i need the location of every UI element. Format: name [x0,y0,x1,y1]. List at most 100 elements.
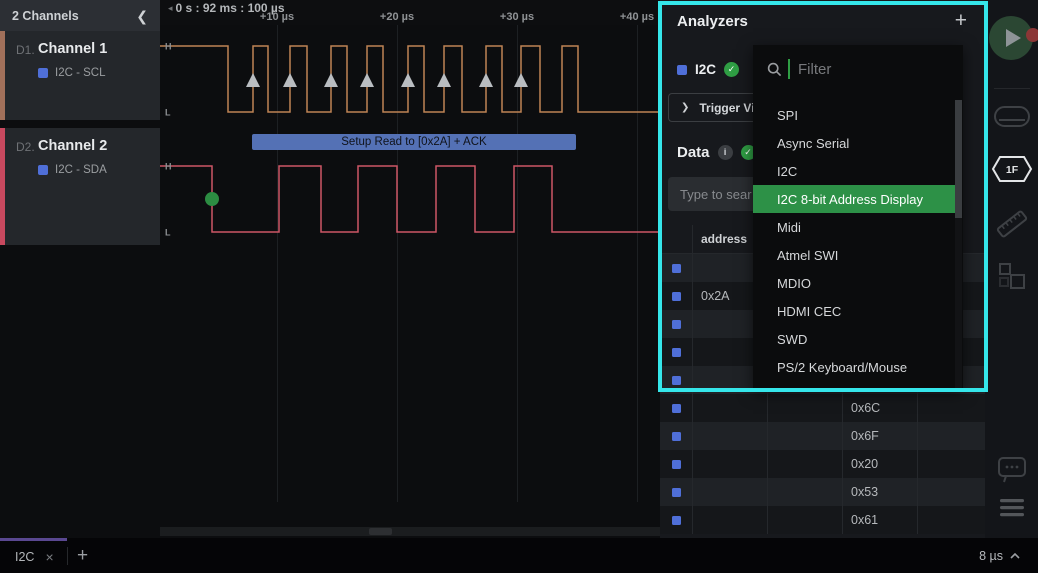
close-tab-icon[interactable]: × [45,550,53,564]
timescale-control[interactable]: 8 µs [979,538,1038,573]
add-tab-button[interactable]: + [68,546,88,565]
dropdown-item[interactable]: PS/2 Keyboard/Mouse [753,353,957,381]
collapse-sidebar-icon[interactable]: ❮ [136,9,148,23]
channel1-color-strip [0,31,5,120]
dropdown-item[interactable]: MDIO [753,269,957,297]
table-row[interactable]: 0x6F [660,422,985,450]
trigger-arrow-icon [246,73,260,87]
menu-icon[interactable] [985,498,1038,518]
table-cell [692,450,767,478]
dropdown-filter-box [753,45,963,93]
hex-display-icon[interactable]: 1F [985,155,1038,183]
device-settings-icon[interactable] [985,104,1038,130]
level-label: L [165,108,171,118]
tab-i2c[interactable]: I2C × [0,538,67,573]
trigger-arrow-icon [360,73,374,87]
info-icon[interactable]: i [718,145,733,160]
svg-text:1F: 1F [1005,164,1018,176]
record-dot-icon [1026,28,1038,42]
channel-sidebar: 2 Channels ❮ D1. Channel 1 I2C - SCL D2.… [0,0,160,538]
marker-cell [660,366,692,394]
trigger-arrow-icon [514,73,528,87]
channel2-color-strip [0,128,5,245]
dropdown-item[interactable]: Atmel SWI [753,241,957,269]
dropdown-filter-input[interactable] [796,60,949,79]
trigger-arrow-icon [479,73,493,87]
table-cell [767,394,842,422]
tab-label: I2C [15,550,34,564]
table-cell [692,422,767,450]
chevron-up-icon [1010,553,1020,559]
data-section-header: Data i [677,144,756,161]
row-marker-icon [672,432,681,441]
analyzers-title: Analyzers [677,13,748,30]
marker-cell [660,450,692,478]
dropdown-item[interactable]: SWD [753,325,957,353]
trigger-arrow-icon [324,73,338,87]
table-row[interactable]: 0x53 [660,478,985,506]
marker-cell [660,394,692,422]
table-cell: 0x61 [842,506,917,534]
marker-cell [660,254,692,282]
add-analyzer-button[interactable]: + [955,10,967,31]
marker-cell [660,338,692,366]
dropdown-scrollbar[interactable] [955,100,962,389]
channel2-analyzer-tag: I2C - SDA [55,164,107,176]
extensions-icon[interactable] [985,262,1038,290]
marker-column-header [660,225,692,253]
channel1-analyzer-swatch-icon [38,68,48,78]
table-cell: 0x6C [842,394,917,422]
table-row[interactable]: 0x20 [660,450,985,478]
table-cell: 0x20 [842,450,917,478]
dropdown-item-list: SPIAsync SerialI2CI2C 8-bit Address Disp… [753,101,963,381]
table-cell [767,506,842,534]
play-icon [1006,29,1021,47]
dropdown-item[interactable]: Async Serial [753,129,957,157]
table-cell [767,450,842,478]
table-row[interactable]: 0x61 [660,506,985,534]
channel-row-1[interactable]: D1. Channel 1 I2C - SCL [0,31,160,120]
channel-sidebar-header: 2 Channels ❮ [0,0,160,31]
feedback-chat-icon[interactable] [985,456,1038,483]
channel-row-2[interactable]: D2. Channel 2 I2C - SDA [0,128,160,245]
analyzer-item-i2c[interactable]: I2C [677,62,739,77]
table-cell [917,478,985,506]
row-marker-icon [672,376,681,385]
timeline-ruler[interactable]: ◂ 0 s : 92 ms : 100 µs +10 µs+20 µs+30 µ… [160,0,660,25]
bottom-tab-bar: I2C × + 8 µs [0,538,1038,573]
table-cell [917,506,985,534]
dropdown-item[interactable]: I2C [753,157,957,185]
channel1-waveform[interactable]: HL [160,25,660,120]
dropdown-item[interactable]: Midi [753,213,957,241]
table-cell [692,478,767,506]
marker-cell [660,282,692,310]
run-capture-button[interactable] [989,16,1033,60]
text-caret [788,59,790,79]
timeline-left-triangle-icon: ◂ [168,3,173,14]
measurement-ruler-icon[interactable] [985,208,1038,240]
horizontal-scrollbar[interactable] [160,527,660,536]
channel2-analyzer-swatch-icon [38,165,48,175]
row-marker-icon [672,264,681,273]
timescale-value: 8 µs [979,549,1003,563]
table-cell [692,506,767,534]
row-marker-icon [672,404,681,413]
table-row[interactable]: 0x6C [660,394,985,422]
channel1-id: D1. [16,43,35,57]
horizontal-scrollbar-thumb[interactable] [369,528,392,535]
i2c-annotation-bar[interactable]: Setup Read to [0x2A] + ACK [252,134,576,150]
dropdown-item[interactable]: SPI [753,101,957,129]
row-marker-icon [672,516,681,525]
channel2-id: D2. [16,140,35,154]
dropdown-item[interactable]: I2C 8-bit Address Display [753,185,957,213]
chevron-right-icon: ❯ [681,102,689,113]
dropdown-scrollbar-thumb[interactable] [955,100,962,218]
timeline-tick-label: +20 µs [380,11,414,23]
toolbar-divider [994,88,1030,89]
analyzer-enabled-check-icon[interactable] [724,62,739,77]
table-cell [692,394,767,422]
timeline-tick-label: +40 µs [620,11,654,23]
data-title: Data [677,144,710,161]
waveform-area[interactable]: HL HL Setup Read to [0x2A] + ACK [160,25,660,538]
dropdown-item[interactable]: HDMI CEC [753,297,957,325]
